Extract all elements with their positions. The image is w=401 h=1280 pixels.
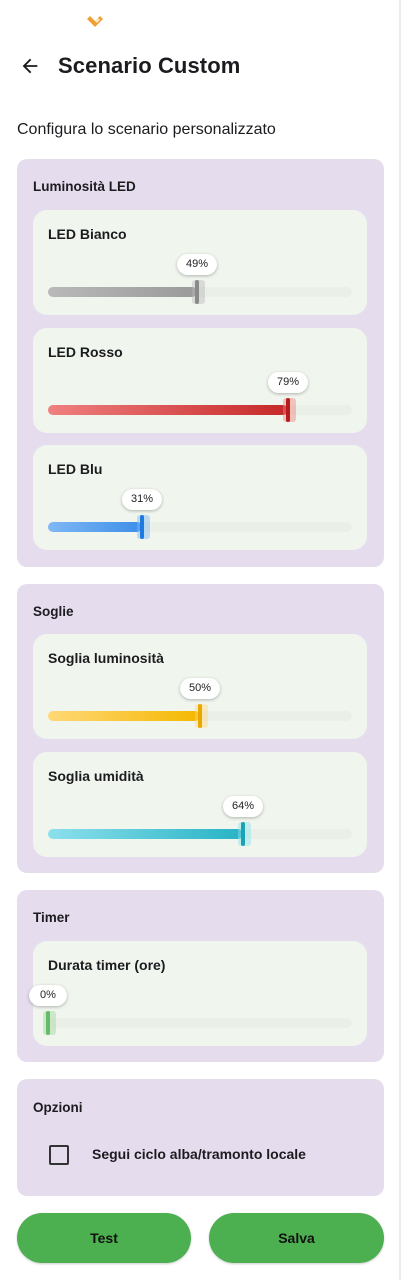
slider-track[interactable] <box>48 1018 352 1028</box>
slider-thumb[interactable] <box>140 515 144 539</box>
slider-fill <box>48 829 243 839</box>
slider-value-bubble: 0% <box>29 985 67 1006</box>
slider-thumb[interactable] <box>241 822 245 846</box>
sunrise-sunset-checkbox[interactable] <box>49 1145 69 1165</box>
back-button[interactable] <box>14 52 46 84</box>
slider-thumb[interactable] <box>286 398 290 422</box>
slider-label: LED Blu <box>48 461 103 477</box>
slider-card-humidity-threshold: Soglia umidità 64% <box>33 752 367 857</box>
save-button[interactable]: Salva <box>209 1213 384 1263</box>
arrow-back-icon <box>19 55 41 82</box>
slider-label: Soglia umidità <box>48 768 144 784</box>
slider-label: Soglia luminosità <box>48 650 164 666</box>
section-timer: Timer Durata timer (ore) 0% <box>17 890 384 1062</box>
slider-label: LED Rosso <box>48 344 123 360</box>
slider-value-bubble: 49% <box>176 254 218 275</box>
section-title: Timer <box>33 910 70 925</box>
slider-fill <box>48 522 142 532</box>
slider-card-timer-duration: Durata timer (ore) 0% <box>29 941 367 1046</box>
slider-label: Durata timer (ore) <box>48 957 166 973</box>
section-title: Opzioni <box>33 1100 83 1115</box>
slider-value-bubble: 31% <box>121 489 163 510</box>
sunrise-sunset-label: Segui ciclo alba/tramonto locale <box>92 1146 306 1162</box>
slider-value-bubble: 50% <box>179 678 221 699</box>
section-options: Opzioni Segui ciclo alba/tramonto locale <box>17 1079 384 1196</box>
test-button[interactable]: Test <box>17 1213 191 1263</box>
slider-card-led-blue: LED Blu 31% <box>33 445 367 550</box>
slider-thumb[interactable] <box>198 704 202 728</box>
slider-fill <box>48 711 200 721</box>
slider-fill <box>48 405 288 415</box>
sunrise-sunset-option[interactable]: Segui ciclo alba/tramonto locale <box>47 1139 367 1169</box>
section-thresholds: Soglie Soglia luminosità 50% Soglia umid… <box>17 584 384 873</box>
page-title: Scenario Custom <box>58 53 241 78</box>
section-led-brightness: Luminosità LED LED Bianco 49% LED Rosso … <box>17 159 384 567</box>
app-notification-icon <box>86 14 104 28</box>
slider-label: LED Bianco <box>48 226 127 242</box>
section-title: Luminosità LED <box>33 179 136 194</box>
slider-thumb[interactable] <box>46 1011 50 1035</box>
slider-fill <box>48 287 197 297</box>
top-app-bar: Scenario Custom <box>0 44 401 92</box>
slider-card-brightness-threshold: Soglia luminosità 50% <box>33 634 367 739</box>
slider-card-led-red: LED Rosso 79% <box>33 328 367 433</box>
section-title: Soglie <box>33 604 74 619</box>
slider-thumb[interactable] <box>195 280 199 304</box>
slider-value-bubble: 64% <box>222 796 264 817</box>
page-subtitle: Configura lo scenario personalizzato <box>17 121 276 138</box>
slider-value-bubble: 79% <box>267 372 309 393</box>
slider-card-led-white: LED Bianco 49% <box>33 210 367 315</box>
